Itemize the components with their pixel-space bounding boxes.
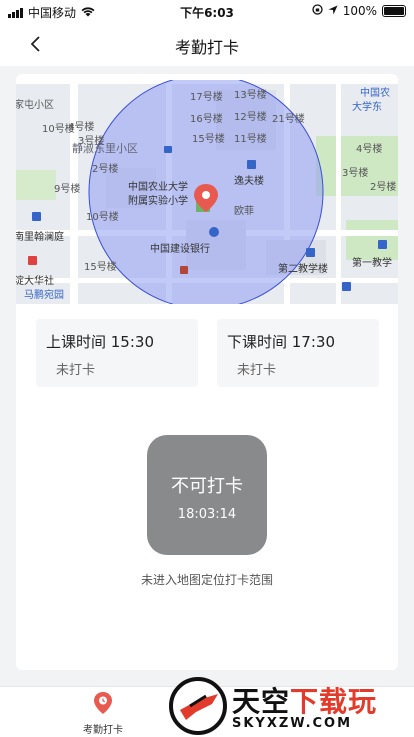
- bank-icon: [209, 227, 219, 237]
- map-label: 12号楼: [234, 110, 267, 123]
- map-label: 2号楼: [92, 162, 118, 175]
- map-label: 13号楼: [234, 88, 267, 101]
- building-icon: [342, 282, 351, 291]
- class-end-box: 下课时间 17:30 未打卡: [217, 319, 379, 387]
- map-label: 大学东: [352, 100, 382, 113]
- home-icon: [32, 212, 41, 221]
- class-start-status: 未打卡: [56, 363, 96, 378]
- map-label: 逸夫楼: [234, 174, 264, 187]
- watermark-title-red: 下载玩: [290, 685, 378, 718]
- class-end-status: 未打卡: [237, 363, 277, 378]
- map-label: 第二教学楼: [278, 262, 328, 275]
- watermark-title-black: 天空: [232, 685, 291, 718]
- map-label: 4号楼: [68, 120, 94, 133]
- poi-icon: [180, 266, 188, 274]
- page-title: 考勤打卡: [174, 38, 239, 57]
- building-icon: [378, 240, 387, 249]
- map-label: 4号楼: [356, 142, 382, 155]
- battery-icon: [382, 5, 406, 17]
- status-right: 100%: [312, 4, 406, 18]
- map-label: 3号楼: [342, 166, 368, 179]
- punch-button-text: 不可打卡: [171, 476, 243, 497]
- hospital-icon: [28, 256, 37, 265]
- map-label: 21号楼: [272, 112, 305, 125]
- attendance-card: 家屯小区 10号楼 静淑东里小区 4号楼 3号楼 2号楼 9号楼 10号楼 15…: [16, 74, 398, 670]
- map-label: 南里翰澜庭: [16, 230, 64, 243]
- logo-icon: [169, 677, 227, 735]
- class-start-box: 上课时间 15:30 未打卡: [36, 319, 198, 387]
- punch-button[interactable]: 不可打卡 18:03:14: [147, 435, 267, 555]
- map-label: 欧菲: [234, 205, 254, 217]
- map-label: 16号楼: [190, 112, 223, 125]
- map-label: 附属实验小学: [128, 194, 188, 207]
- class-end-label: 下课时间 17:30: [227, 333, 335, 351]
- class-start-label: 上课时间 15:30: [46, 333, 154, 351]
- watermark-title: 天空下载玩: [232, 680, 377, 720]
- site-watermark: 天空下载玩 SKYXZW.COM: [168, 676, 414, 736]
- battery-percent: 100%: [342, 4, 377, 18]
- map-label: 淀大华社: [16, 274, 54, 287]
- map-label: 17号楼: [190, 90, 223, 103]
- tab-label: 考勤打卡: [83, 725, 123, 736]
- map-label: 马鹏宛园: [24, 288, 64, 301]
- nav-bar: 考勤打卡: [0, 22, 414, 66]
- rotation-lock-icon: [312, 4, 323, 18]
- status-bar: 中国移动 下午6:03 100%: [0, 0, 414, 22]
- location-arrow-icon: [328, 4, 338, 18]
- building-icon: [247, 160, 256, 169]
- punch-hint: 未进入地图定位打卡范围: [140, 573, 273, 587]
- map-label: 中国建设银行: [150, 242, 210, 255]
- watermark-subtitle: SKYXZW.COM: [232, 716, 353, 731]
- tab-attendance[interactable]: 考勤打卡: [70, 691, 136, 736]
- map-label: 第一教学: [352, 256, 392, 269]
- map-label: 9号楼: [54, 182, 80, 195]
- map-label: 10号楼: [86, 210, 119, 223]
- location-map[interactable]: 家屯小区 10号楼 静淑东里小区 4号楼 3号楼 2号楼 9号楼 10号楼 15…: [16, 80, 398, 304]
- map-label: 中国农: [360, 86, 390, 99]
- building-icon: [306, 248, 315, 257]
- map-label: 3号楼: [78, 134, 104, 147]
- punch-time: 18:03:14: [177, 507, 237, 522]
- bus-icon: [164, 146, 172, 153]
- location-pin-icon: [94, 692, 112, 714]
- map-label: 15号楼: [84, 260, 117, 273]
- map-label: 中国农业大学: [128, 180, 188, 193]
- map-label: 15号楼: [192, 132, 225, 145]
- map-label: 11号楼: [234, 132, 267, 145]
- map-label: 2号楼: [370, 180, 396, 193]
- map-label: 家屯小区: [16, 98, 54, 111]
